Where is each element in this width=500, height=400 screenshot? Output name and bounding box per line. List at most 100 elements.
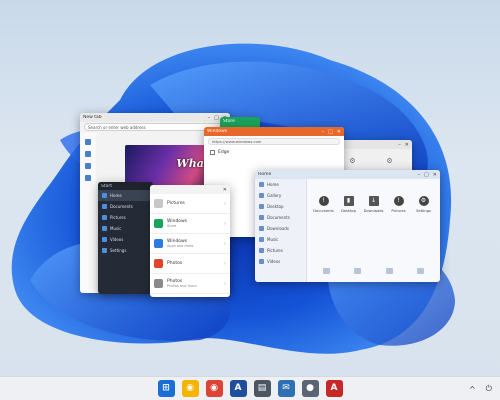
list-item[interactable]: Photos › xyxy=(150,254,230,274)
minimize-icon[interactable]: – xyxy=(398,142,401,148)
minimize-icon[interactable]: – xyxy=(322,129,325,135)
start-item-home[interactable]: Home xyxy=(98,190,153,201)
mail-icon: ✉ xyxy=(282,383,290,393)
system-tray: ^ ⏻ xyxy=(469,377,492,400)
home-icon xyxy=(259,182,264,187)
quick-access-tiles: ! Documents ▮ Desktop ↓ Downloads ! Pictures… xyxy=(311,196,436,213)
photos-app-icon xyxy=(154,279,163,288)
nav-item-gallery[interactable]: Gallery xyxy=(255,190,306,201)
sidebar-app-icon[interactable] xyxy=(85,163,91,169)
sidebar-app-icon[interactable] xyxy=(85,151,91,157)
taskbar-app-button[interactable]: A xyxy=(229,380,247,397)
browser-address-bar[interactable]: https://www.windows.com xyxy=(208,138,340,145)
edge-tab-title[interactable]: New tab xyxy=(83,115,208,120)
maximize-icon[interactable]: □ xyxy=(424,172,429,178)
explorer-titlebar[interactable]: Home – □ ✕ xyxy=(255,170,440,179)
list-item[interactable]: Photos Photos and more › xyxy=(150,274,230,294)
app-list-window[interactable]: ✕ Pictures › Windows Store › Windows Apps … xyxy=(150,185,230,297)
video-icon xyxy=(259,259,264,264)
start-item-pictures[interactable]: Pictures xyxy=(98,212,153,223)
taskbar-chrome-2-button[interactable]: ◉ xyxy=(205,380,223,397)
nav-item-pictures[interactable]: Pictures xyxy=(255,245,306,256)
download-icon xyxy=(259,226,264,231)
file-icon[interactable] xyxy=(323,268,331,274)
taskbar-app-button[interactable]: ● xyxy=(301,380,319,397)
chevron-right-icon: › xyxy=(224,200,226,207)
start-item-documents[interactable]: Documents xyxy=(98,201,153,212)
start-item-videos[interactable]: Videos xyxy=(98,234,153,245)
power-icon[interactable]: ⏻ xyxy=(486,384,492,394)
maximize-icon[interactable]: □ xyxy=(214,115,219,121)
nav-item-music[interactable]: Music xyxy=(255,234,306,245)
picture-icon: ! xyxy=(393,196,404,206)
start-item-settings[interactable]: Settings xyxy=(98,245,153,256)
tile-desktop[interactable]: ▮ Desktop xyxy=(338,196,360,213)
close-icon[interactable]: ✕ xyxy=(405,142,409,148)
maximize-icon[interactable]: □ xyxy=(328,129,333,135)
browser-tab-title[interactable]: Windows xyxy=(207,129,322,134)
explorer-title: Home xyxy=(258,172,272,177)
nav-item-home[interactable]: Home xyxy=(255,179,306,190)
taskbar-acrobat-button[interactable]: A xyxy=(325,380,343,397)
chrome-icon: ◉ xyxy=(186,383,194,393)
video-icon xyxy=(102,237,107,242)
file-icon[interactable] xyxy=(385,268,393,274)
folder-icon: ▮ xyxy=(343,196,354,206)
tile-downloads[interactable]: ↓ Downloads xyxy=(363,196,385,213)
desktop: New tab –□✕ Search or enter web address … xyxy=(0,0,500,376)
close-icon[interactable]: ✕ xyxy=(337,129,341,135)
store-title: Store xyxy=(223,119,235,124)
taskbar-app-button[interactable]: ▤ xyxy=(253,380,271,397)
gear-icon[interactable]: ⚙ xyxy=(386,157,392,165)
taskbar: ⊞ ◉ ◉ A ▤ ✉ ● A ^ ⏻ xyxy=(0,376,500,400)
nav-item-videos[interactable]: Videos xyxy=(255,256,306,267)
edge-titlebar[interactable]: New tab –□✕ xyxy=(80,113,230,122)
gear-icon[interactable]: ⚙ xyxy=(349,157,355,165)
photos-app-icon xyxy=(154,259,163,268)
start-titlebar[interactable]: Start xyxy=(98,182,153,190)
nav-item-documents[interactable]: Documents xyxy=(255,212,306,223)
start-item-music[interactable]: Music xyxy=(98,223,153,234)
taskbar-chrome-button[interactable]: ◉ xyxy=(181,380,199,397)
tile-pictures[interactable]: ! Pictures xyxy=(388,196,410,213)
sidebar-app-icon[interactable] xyxy=(85,175,91,181)
taskbar-mail-button[interactable]: ✉ xyxy=(277,380,295,397)
desktop-icon xyxy=(259,204,264,209)
store-app-icon xyxy=(154,219,163,228)
app-icon: ● xyxy=(306,383,314,393)
close-icon[interactable]: ✕ xyxy=(433,172,437,178)
tile-settings[interactable]: ⚙ Settings xyxy=(413,196,435,213)
tile-documents[interactable]: ! Documents xyxy=(313,196,335,213)
sidebar-app-icon[interactable] xyxy=(85,139,91,145)
file-icon[interactable] xyxy=(354,268,362,274)
browser-titlebar[interactable]: Windows – □ ✕ xyxy=(204,127,344,136)
gallery-icon xyxy=(259,193,264,198)
chevron-up-icon[interactable]: ^ xyxy=(469,385,476,394)
windows-app-icon xyxy=(154,239,163,248)
browser-item-label: Edge xyxy=(218,150,230,155)
chrome-icon: ◉ xyxy=(210,383,218,393)
close-icon[interactable]: ✕ xyxy=(223,187,227,193)
store-titlebar[interactable]: Store xyxy=(220,117,260,126)
app-icon: ▤ xyxy=(257,383,267,393)
taskbar-apps: ⊞ ◉ ◉ A ▤ ✉ ● A xyxy=(157,380,343,397)
browser-list-item[interactable]: Edge xyxy=(204,147,344,158)
file-explorer-window[interactable]: Home – □ ✕ Home Gallery Desktop Documents … xyxy=(255,170,440,282)
app-list-titlebar[interactable]: ✕ xyxy=(150,185,230,194)
minimize-icon[interactable]: – xyxy=(208,115,211,121)
edge-address-text: Search or enter web address xyxy=(88,124,146,130)
nav-item-downloads[interactable]: Downloads xyxy=(255,223,306,234)
picture-icon xyxy=(102,215,107,220)
list-item[interactable]: Pictures › xyxy=(150,194,230,214)
minimize-icon[interactable]: – xyxy=(418,172,421,178)
acrobat-icon: A xyxy=(330,383,338,393)
start-panel-window[interactable]: Start Home Documents Pictures Music Vide… xyxy=(98,182,153,294)
checkbox-icon[interactable] xyxy=(210,150,215,155)
nav-item-desktop[interactable]: Desktop xyxy=(255,201,306,212)
explorer-file-row xyxy=(311,268,436,274)
list-item[interactable]: Windows Store › xyxy=(150,214,230,234)
list-item[interactable]: Windows Apps and more › xyxy=(150,234,230,254)
file-icon[interactable] xyxy=(416,268,424,274)
start-button[interactable]: ⊞ xyxy=(157,380,175,397)
home-icon xyxy=(102,193,107,198)
